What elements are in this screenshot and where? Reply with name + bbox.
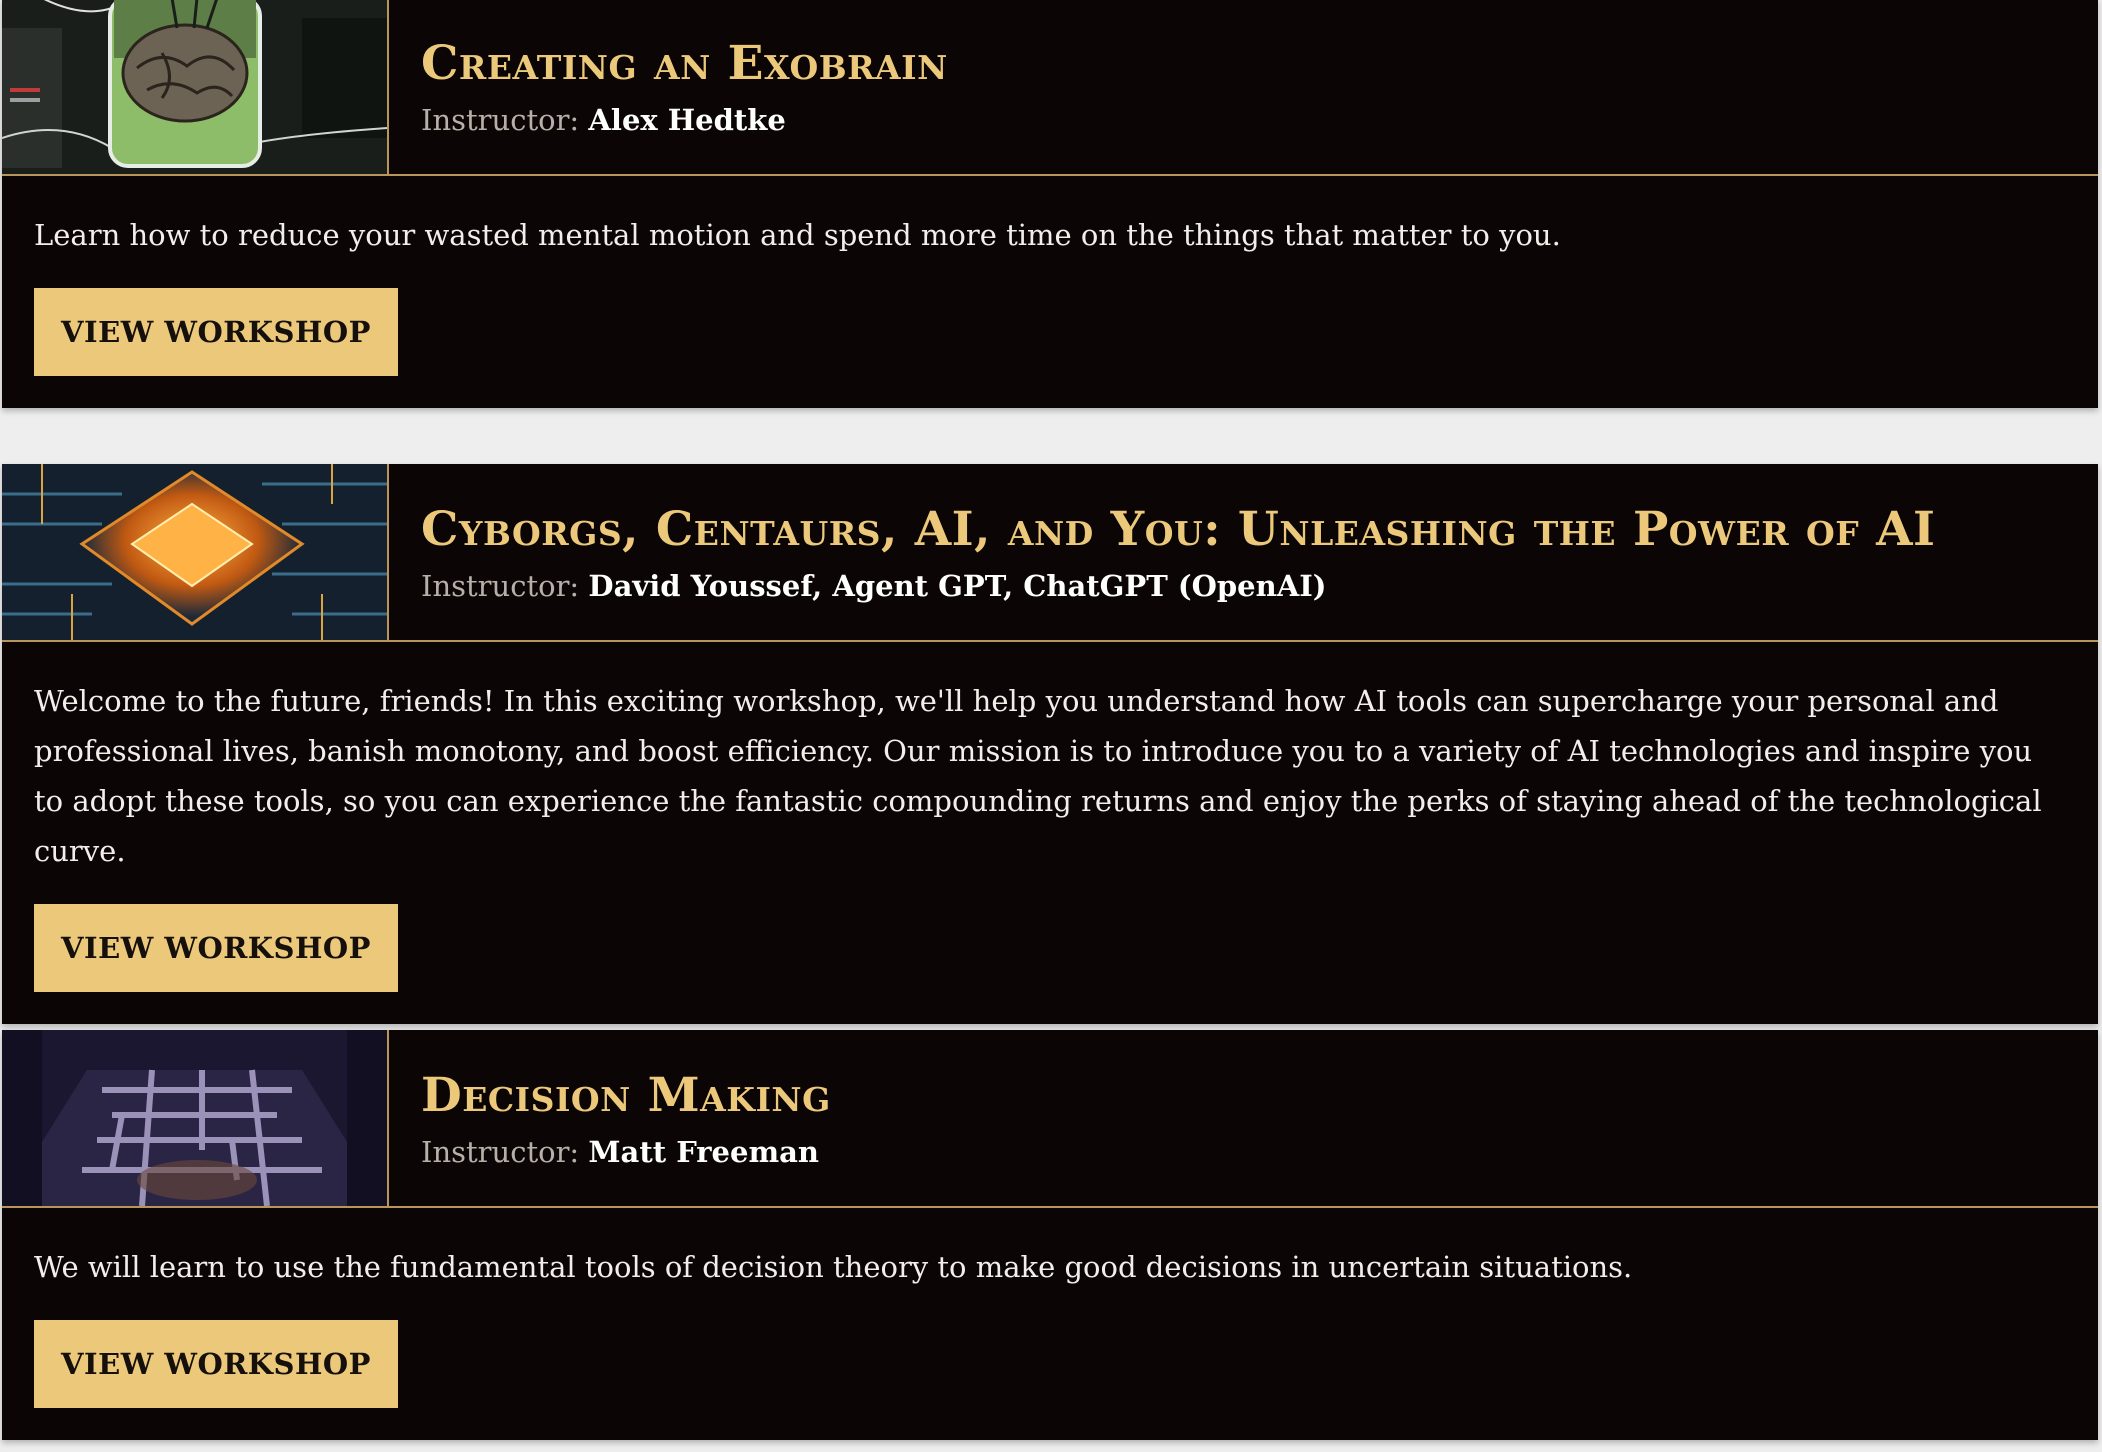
instructor-label: Instructor: xyxy=(421,1135,580,1169)
workshop-card-body: Learn how to reduce your wasted mental m… xyxy=(2,176,2098,408)
workshop-description: Learn how to reduce your wasted mental m… xyxy=(34,218,1561,252)
workshop-card-header: Decision Making Instructor: Matt Freeman xyxy=(2,1030,2098,1208)
workshop-instructor: Instructor: Matt Freeman xyxy=(421,1134,831,1170)
maze-icon[interactable] xyxy=(2,1030,389,1206)
workshop-header-text: Creating an Exobrain Instructor: Alex He… xyxy=(389,0,948,174)
instructor-label: Instructor: xyxy=(421,103,580,137)
workshop-header-text: Decision Making Instructor: Matt Freeman xyxy=(389,1030,831,1206)
instructor-name: Matt Freeman xyxy=(588,1135,820,1169)
view-workshop-button[interactable]: VIEW WORKSHOP xyxy=(34,1320,398,1408)
workshop-instructor: Instructor: David Youssef, Agent GPT, Ch… xyxy=(421,568,1936,604)
workshop-list: Creating an Exobrain Instructor: Alex He… xyxy=(0,0,2102,1452)
workshop-card: Decision Making Instructor: Matt Freeman… xyxy=(2,1030,2098,1440)
instructor-name: Alex Hedtke xyxy=(588,103,786,137)
workshop-description: We will learn to use the fundamental too… xyxy=(34,1250,1633,1284)
view-workshop-button[interactable]: VIEW WORKSHOP xyxy=(34,288,398,376)
workshop-card: Creating an Exobrain Instructor: Alex He… xyxy=(2,0,2098,408)
workshop-header-text: Cyborgs, Centaurs, AI, and You: Unleashi… xyxy=(389,464,1936,640)
workshop-title[interactable]: Cyborgs, Centaurs, AI, and You: Unleashi… xyxy=(421,500,1936,560)
workshop-card: Cyborgs, Centaurs, AI, and You: Unleashi… xyxy=(2,464,2098,1024)
workshop-title[interactable]: Decision Making xyxy=(421,1066,831,1126)
workshop-card-body: Welcome to the future, friends! In this … xyxy=(2,642,2098,1024)
workshop-instructor: Instructor: Alex Hedtke xyxy=(421,102,948,138)
workshop-title[interactable]: Creating an Exobrain xyxy=(421,34,948,94)
workshop-card-header: Creating an Exobrain Instructor: Alex He… xyxy=(2,0,2098,176)
instructor-label: Instructor: xyxy=(421,569,580,603)
workshop-card-body: We will learn to use the fundamental too… xyxy=(2,1208,2098,1440)
workshop-description: Welcome to the future, friends! In this … xyxy=(34,684,2042,868)
circuit-chip-icon[interactable] xyxy=(2,464,389,640)
instructor-name: David Youssef, Agent GPT, ChatGPT (OpenA… xyxy=(588,569,1327,603)
view-workshop-button[interactable]: VIEW WORKSHOP xyxy=(34,904,398,992)
brain-in-jar-icon[interactable] xyxy=(2,0,389,174)
workshop-card-header: Cyborgs, Centaurs, AI, and You: Unleashi… xyxy=(2,464,2098,642)
